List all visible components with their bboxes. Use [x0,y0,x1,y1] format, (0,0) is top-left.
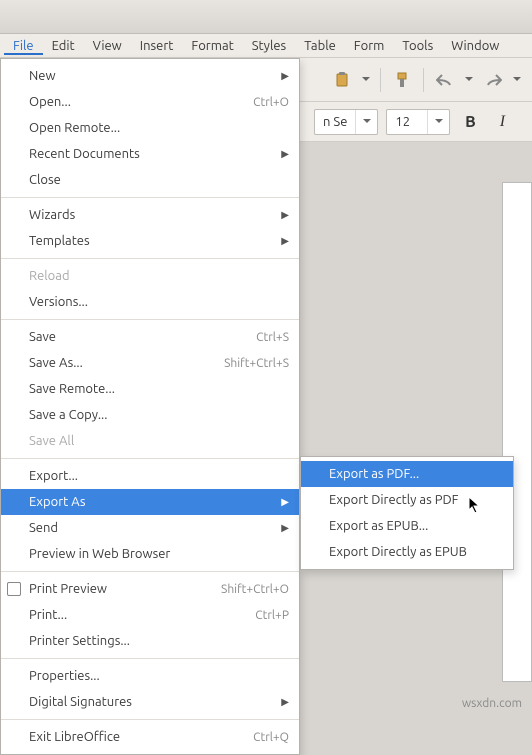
menu-divider [1,197,299,198]
paste-icon[interactable] [329,67,355,93]
menu-divider [1,458,299,459]
menu-item-open[interactable]: Open...Ctrl+O [1,89,299,115]
window-titlebar [0,0,532,34]
document-page[interactable] [502,182,532,682]
menu-insert[interactable]: Insert [131,37,183,55]
menu-item-versions[interactable]: Versions... [1,289,299,315]
menu-item-recent-documents[interactable]: Recent Documents▶ [1,141,299,167]
clone-formatting-icon[interactable] [389,67,415,93]
chevron-right-icon: ▶ [281,148,289,160]
menu-item-new[interactable]: New▶ [1,63,299,89]
chevron-right-icon: ▶ [281,235,289,247]
menu-item-save-copy[interactable]: Save a Copy... [1,402,299,428]
menu-item-save[interactable]: SaveCtrl+S [1,324,299,350]
toolbar-separator [380,68,381,92]
menu-divider [1,258,299,259]
bold-button[interactable]: B [458,110,482,134]
undo-icon[interactable] [432,67,458,93]
submenu-item-export-epub[interactable]: Export as EPUB... [301,513,513,539]
font-name-value: n Se [315,115,355,129]
chevron-down-icon[interactable] [462,77,476,82]
chevron-right-icon: ▶ [281,696,289,708]
chevron-down-icon[interactable] [427,110,449,134]
menu-divider [1,319,299,320]
menu-divider [1,719,299,720]
menu-divider [1,658,299,659]
chevron-right-icon: ▶ [281,522,289,534]
chevron-down-icon[interactable] [510,77,524,82]
chevron-down-icon[interactable] [359,77,373,82]
font-name-combo[interactable]: n Se [314,109,378,135]
menu-item-export[interactable]: Export... [1,463,299,489]
chevron-down-icon[interactable] [355,110,377,134]
menu-view[interactable]: View [84,37,131,55]
menu-item-close[interactable]: Close [1,167,299,193]
menu-item-reload: Reload [1,263,299,289]
checkbox-icon [7,582,21,596]
menu-item-save-as[interactable]: Save As...Shift+Ctrl+S [1,350,299,376]
menu-item-templates[interactable]: Templates▶ [1,228,299,254]
menu-table[interactable]: Table [295,37,345,55]
export-as-submenu: Export as PDF... Export Directly as PDF … [300,456,514,570]
font-size-value: 12 [387,115,427,129]
menu-item-preview-browser[interactable]: Preview in Web Browser [1,541,299,567]
menu-styles[interactable]: Styles [243,37,295,55]
menu-item-open-remote[interactable]: Open Remote... [1,115,299,141]
menu-window[interactable]: Window [442,37,508,55]
chevron-right-icon: ▶ [281,496,289,508]
menu-form[interactable]: Form [345,37,394,55]
menu-item-print[interactable]: Print...Ctrl+P [1,602,299,628]
font-size-combo[interactable]: 12 [386,109,450,135]
redo-icon[interactable] [480,67,506,93]
submenu-item-export-pdf[interactable]: Export as PDF... [301,461,513,487]
menu-item-send[interactable]: Send▶ [1,515,299,541]
italic-button[interactable]: I [490,110,514,134]
chevron-right-icon: ▶ [281,209,289,221]
menu-item-print-preview[interactable]: Print PreviewShift+Ctrl+O [1,576,299,602]
toolbar-separator [423,68,424,92]
menu-item-digital-signatures[interactable]: Digital Signatures▶ [1,689,299,715]
menu-format[interactable]: Format [182,37,242,55]
submenu-item-export-directly-pdf[interactable]: Export Directly as PDF [301,487,513,513]
menu-item-exit[interactable]: Exit LibreOfficeCtrl+Q [1,724,299,750]
menubar: File Edit View Insert Format Styles Tabl… [0,34,532,58]
menu-item-properties[interactable]: Properties... [1,663,299,689]
menu-item-save-remote[interactable]: Save Remote... [1,376,299,402]
file-menu-dropdown: New▶ Open...Ctrl+O Open Remote... Recent… [0,58,300,755]
menu-file[interactable]: File [4,37,43,55]
submenu-item-export-directly-epub[interactable]: Export Directly as EPUB [301,539,513,565]
menu-item-wizards[interactable]: Wizards▶ [1,202,299,228]
menu-edit[interactable]: Edit [43,37,84,55]
menu-item-export-as[interactable]: Export As▶ [1,489,299,515]
menu-item-save-all: Save All [1,428,299,454]
watermark-text: wsxdn.com [462,697,522,710]
menu-tools[interactable]: Tools [393,37,442,55]
menu-divider [1,571,299,572]
chevron-right-icon: ▶ [281,70,289,82]
menu-item-printer-settings[interactable]: Printer Settings... [1,628,299,654]
